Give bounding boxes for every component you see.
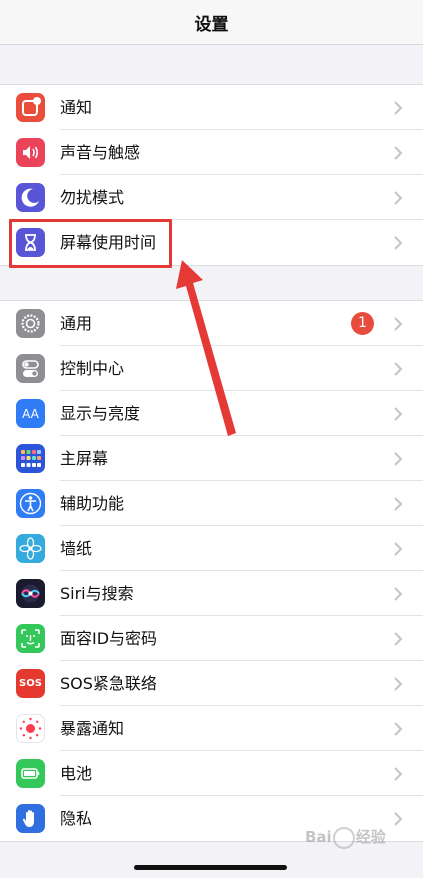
toggles-icon — [16, 354, 45, 383]
row-label: 墙纸 — [60, 539, 93, 558]
hourglass-icon — [16, 228, 45, 257]
paw-icon — [332, 826, 355, 849]
row-label: 电池 — [60, 764, 93, 783]
chevron-right-icon — [394, 236, 403, 250]
exposure-icon — [16, 714, 45, 743]
sos-icon: SOS — [16, 669, 45, 698]
settings-row-general[interactable]: 通用 1 — [0, 301, 423, 346]
row-label: 通用 — [60, 314, 93, 333]
row-label: Siri与搜索 — [60, 584, 134, 603]
row-label: 显示与亮度 — [60, 404, 141, 423]
flower-icon — [16, 534, 45, 563]
chevron-right-icon — [394, 767, 403, 781]
row-label: 辅助功能 — [60, 494, 125, 513]
accessibility-icon — [16, 489, 45, 518]
row-label: 控制中心 — [60, 359, 125, 378]
settings-row-siri[interactable]: Siri与搜索 — [0, 571, 423, 616]
chevron-right-icon — [394, 587, 403, 601]
watermark-text-left: Bai — [305, 828, 332, 846]
settings-row-display[interactable]: AA 显示与亮度 — [0, 391, 423, 436]
watermark-text-right: 经验 — [355, 828, 386, 846]
settings-row-accessibility[interactable]: 辅助功能 — [0, 481, 423, 526]
settings-row-wallpaper[interactable]: 墙纸 — [0, 526, 423, 571]
row-label: SOS紧急联络 — [60, 674, 157, 693]
settings-row-battery[interactable]: 电池 — [0, 751, 423, 796]
row-label: 面容ID与密码 — [60, 629, 158, 648]
row-label: 隐私 — [60, 809, 93, 828]
settings-row-emergency-sos[interactable]: SOS SOS紧急联络 — [0, 661, 423, 706]
notification-badge: 1 — [351, 312, 374, 335]
aa-icon-text: AA — [22, 406, 39, 421]
row-label: 主屏幕 — [60, 449, 109, 468]
settings-row-do-not-disturb[interactable]: 勿扰模式 — [0, 175, 423, 220]
chevron-right-icon — [394, 632, 403, 646]
grid-icon — [16, 444, 45, 473]
settings-row-face-id[interactable]: 面容ID与密码 — [0, 616, 423, 661]
settings-row-sound[interactable]: 声音与触感 — [0, 130, 423, 175]
chevron-right-icon — [394, 677, 403, 691]
chevron-right-icon — [394, 191, 403, 205]
chevron-right-icon — [394, 812, 403, 826]
row-label: 屏幕使用时间 — [60, 233, 157, 252]
settings-row-exposure-notifications[interactable]: 暴露通知 — [0, 706, 423, 751]
page-title: 设置 — [194, 14, 229, 35]
notifications-icon — [16, 93, 45, 122]
chevron-right-icon — [394, 407, 403, 421]
row-label: 暴露通知 — [60, 719, 125, 738]
chevron-right-icon — [394, 452, 403, 466]
navigation-bar: 设置 — [0, 0, 423, 45]
chevron-right-icon — [394, 542, 403, 556]
home-indicator[interactable] — [134, 865, 287, 870]
baidu-watermark: Bai 经验 — [305, 826, 386, 849]
settings-row-notifications[interactable]: 通知 — [0, 85, 423, 130]
battery-icon — [16, 759, 45, 788]
chevron-right-icon — [394, 146, 403, 160]
row-label: 声音与触感 — [60, 143, 141, 162]
chevron-right-icon — [394, 497, 403, 511]
row-label: 勿扰模式 — [60, 188, 125, 207]
settings-group-1: 通知 声音与触感 勿扰模式 屏幕使用时间 — [0, 84, 423, 266]
aa-icon: AA — [16, 399, 45, 428]
settings-row-home-screen[interactable]: 主屏幕 — [0, 436, 423, 481]
moon-icon — [16, 183, 45, 212]
sound-icon — [16, 138, 45, 167]
siri-icon — [16, 579, 45, 608]
chevron-right-icon — [394, 101, 403, 115]
settings-group-2: 通用 1 控制中心 AA 显示与亮度 主屏幕 辅助功能 墙纸 Siri与搜索 面… — [0, 300, 423, 842]
settings-row-screen-time[interactable]: 屏幕使用时间 — [0, 220, 423, 265]
faceid-icon — [16, 624, 45, 653]
row-label: 通知 — [60, 98, 93, 117]
gear-icon — [16, 309, 45, 338]
chevron-right-icon — [394, 722, 403, 736]
settings-row-control-center[interactable]: 控制中心 — [0, 346, 423, 391]
chevron-right-icon — [394, 317, 403, 331]
hand-icon — [16, 804, 45, 833]
chevron-right-icon — [394, 362, 403, 376]
sos-icon-text: SOS — [19, 678, 42, 689]
